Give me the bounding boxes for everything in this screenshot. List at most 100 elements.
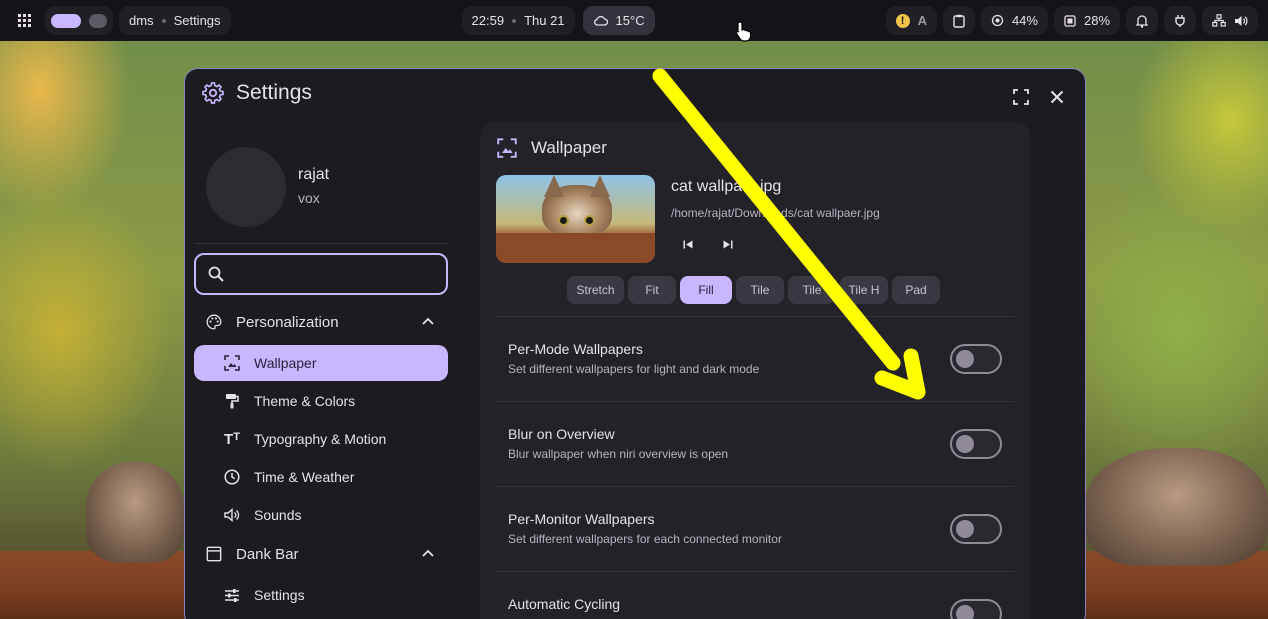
fill-mode-stretch[interactable]: Stretch [567,276,624,304]
row-divider [496,486,1014,487]
fill-mode-pad[interactable]: Pad [892,276,940,304]
setting-subtitle: Set different wallpapers for each connec… [508,532,782,546]
automatic-cycling-toggle[interactable] [950,599,1002,619]
gear-icon [202,82,224,104]
search-input[interactable] [234,266,434,282]
search-field[interactable] [194,253,448,295]
sidebar-item-theme-colors[interactable]: Theme & Colors [194,383,448,419]
sidebar-item-label: Wallpaper [254,355,317,371]
setting-title: Blur on Overview [508,426,615,442]
launcher-button[interactable] [10,6,39,35]
warning-icon[interactable]: ! [895,13,910,28]
focused-window-title: dms Settings [119,6,231,35]
focused-app-name: dms [129,13,154,28]
font-a-icon[interactable]: A [918,13,927,28]
cloud-icon [593,15,608,26]
wood-plank [496,233,655,263]
window-icon [206,545,222,563]
sidebar-section-personalization[interactable]: Personalization [194,304,448,340]
search-icon [208,266,224,282]
notifications-button[interactable] [1126,6,1159,35]
close-icon [1050,90,1064,104]
weather-widget[interactable]: 15°C [582,6,655,35]
clock-icon [224,469,240,485]
per-mode-wallpapers-toggle[interactable] [950,344,1002,374]
title-separator [161,18,166,23]
setting-subtitle: Set different wallpapers for light and d… [508,362,760,376]
wallpaper-file-name: cat wallpaer.jpg [671,178,782,195]
row-divider [496,316,1014,317]
wallpaper-icon [497,138,517,158]
per-monitor-wallpapers-toggle[interactable] [950,514,1002,544]
clipboard-button[interactable] [942,6,975,35]
wallpaper-preview[interactable] [496,175,655,263]
avatar[interactable] [206,147,286,227]
skip-previous-icon [683,240,693,248]
workspace-1[interactable] [51,13,81,28]
network-icon [1212,14,1226,27]
cpu-monitor[interactable]: 44% [980,6,1048,35]
fill-mode-tile[interactable]: Tile [736,276,784,304]
setting-title: Per-Monitor Wallpapers [508,511,655,527]
sidebar-item-wallpaper[interactable]: Wallpaper [194,345,448,381]
mouse-pointer-icon [735,21,752,42]
bell-icon [1136,14,1149,28]
sidebar-item-label: Sounds [254,507,302,523]
clipboard-icon [953,14,965,28]
ram-monitor[interactable]: 28% [1053,6,1121,35]
wallpaper-settings-card: Wallpaper cat wallpaer.jpg /home/rajat/D… [480,122,1030,619]
clock-separator [512,18,517,23]
clock-time: 22:59 [471,13,505,28]
fill-mode-tile-v[interactable]: Tile [788,276,836,304]
fullscreen-button[interactable] [1011,87,1031,107]
fill-mode-fill[interactable]: Fill [680,276,732,304]
sliders-icon [224,588,240,603]
cat-paw-right [1086,448,1268,566]
weather-temperature: 15°C [615,13,645,28]
memory-icon [1064,14,1076,27]
sidebar-item-label: Typography & Motion [254,431,387,447]
close-button[interactable] [1047,87,1067,107]
workspace-2[interactable] [89,13,107,28]
cpu-icon [991,14,1004,27]
blur-on-overview-toggle[interactable] [950,429,1002,459]
sidebar-item-sounds[interactable]: Sounds [194,497,448,533]
sidebar-section-label: Dank Bar [236,545,299,563]
row-divider [496,571,1014,572]
chevron-up-icon [422,314,434,328]
clock[interactable]: 22:59 Thu 21 [461,6,575,35]
sidebar-section-label: Personalization [236,313,339,331]
sidebar-item-bar-settings[interactable]: Settings [194,577,448,613]
text-format-icon: TT [224,430,240,448]
next-wallpaper-button[interactable] [716,232,740,256]
card-title: Wallpaper [531,138,607,157]
sidebar-item-time-weather[interactable]: Time & Weather [194,459,448,495]
user-subtitle: vox [298,190,320,206]
sidebar-item-label: Theme & Colors [254,393,356,409]
chevron-up-icon [422,546,434,560]
clock-date: Thu 21 [524,13,565,28]
settings-window: Settings rajat vox Personalization Wallp… [184,68,1086,619]
setting-title: Automatic Cycling [508,596,621,612]
setting-subtitle: Blur wallpaper when niri overview is ope… [508,447,729,461]
cat-image [542,175,612,237]
sidebar-item-label: Time & Weather [254,469,355,485]
power-profile-button[interactable] [1164,6,1197,35]
sidebar-item-typography-motion[interactable]: TT Typography & Motion [194,421,448,457]
fill-mode-tile-h[interactable]: Tile H [840,276,888,304]
sidebar-divider [194,243,448,244]
app-grid-icon [18,14,31,27]
plug-icon [1174,14,1186,28]
paint-roller-icon [224,393,240,409]
cpu-usage: 44% [1011,13,1038,28]
workspace-switcher [45,6,113,35]
window-title-bar: Settings [202,81,312,105]
speaker-icon [224,508,240,522]
control-center-button[interactable] [1202,6,1259,35]
sidebar-section-dank-bar[interactable]: Dank Bar [194,536,448,572]
top-bar: dms Settings 22:59 Thu 21 15°C ! A 44% 2… [0,0,1268,41]
previous-wallpaper-button[interactable] [676,232,700,256]
card-header: Wallpaper [497,138,607,158]
fill-mode-fit[interactable]: Fit [628,276,676,304]
sidebar-item-label: Settings [254,587,305,603]
